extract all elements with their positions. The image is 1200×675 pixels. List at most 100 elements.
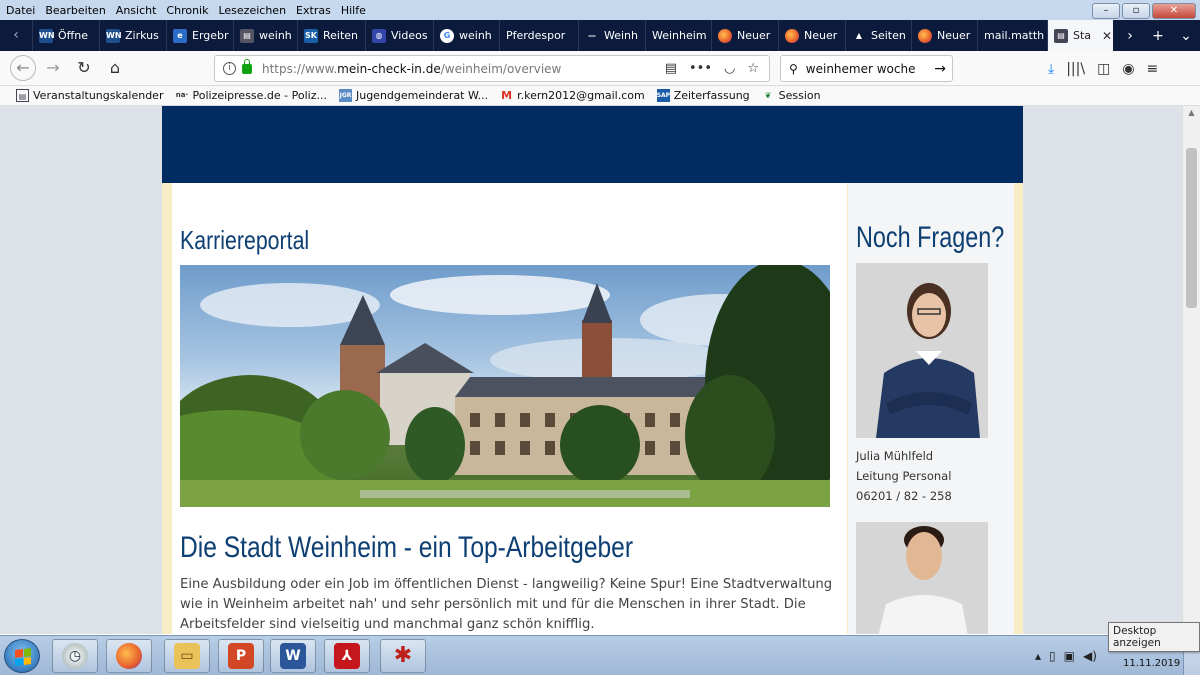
download-icon[interactable]: ⤓ (1048, 61, 1054, 77)
page-title: Karriereportal (180, 225, 310, 255)
contact-sidebar: Noch Fragen? Julia Mühlfeld Leitung Pers… (848, 183, 1014, 634)
taskbar-app-explorer[interactable]: ▭ (164, 639, 210, 673)
contact-role: Leitung Personal (856, 469, 952, 483)
menu-hilfe[interactable]: Hilfe (341, 4, 366, 17)
close-tab-icon[interactable]: ✕ (1102, 29, 1112, 43)
tab[interactable]: e Ergebr (166, 20, 233, 51)
wn-icon: WN (106, 28, 122, 43)
menu-datei[interactable]: Datei (6, 4, 35, 17)
tab[interactable]: mail.matth (977, 20, 1047, 51)
tab[interactable]: WN Zirkus (99, 20, 166, 51)
taskbar-app-firefox[interactable] (106, 639, 152, 673)
main-column: Karriereportal Die Stadt Weinheim - ein … (172, 183, 847, 634)
volume-icon[interactable]: ◀) (1083, 649, 1097, 663)
tab[interactable]: Pferdespor (499, 20, 578, 51)
bookmark-polizeipresse[interactable]: na· Polizeipresse.de - Poliz... (175, 89, 327, 102)
home-button[interactable]: ⌂ (101, 54, 129, 82)
library-icon[interactable]: |||\ (1066, 61, 1085, 77)
tab-scroll-left-icon[interactable]: ‹ (0, 20, 32, 51)
reload-button[interactable]: ↻ (70, 54, 98, 82)
bookmark-label: r.kern2012@gmail.com (517, 89, 645, 102)
start-button[interactable] (4, 639, 40, 673)
person-illustration (878, 526, 968, 634)
page-actions-icon[interactable]: ••• (689, 61, 712, 76)
bookmark-zeiterfassung[interactable]: SAP Zeiterfassung (656, 89, 750, 102)
new-tab-icon[interactable]: + (1144, 28, 1172, 44)
taskbar-app-word[interactable]: W (270, 639, 316, 673)
tab[interactable]: Gweinh (433, 20, 499, 51)
taskbar-app-puzzle[interactable]: ✱ (380, 639, 426, 673)
sap-icon: SAP (656, 89, 670, 102)
tab-label: Videos (391, 29, 428, 42)
google-icon: G (440, 28, 454, 43)
tab-list-chevron-icon[interactable]: ⌄ (1172, 28, 1200, 44)
bookmark-jugendgemeinderat[interactable]: JGR Jugendgemeinderat W... (338, 89, 488, 102)
firefox-icon (116, 643, 142, 669)
menu-lesezeichen[interactable]: Lesezeichen (218, 4, 286, 17)
taskbar-app-powerpoint[interactable]: P (218, 639, 264, 673)
menu-ansicht[interactable]: Ansicht (116, 4, 157, 17)
minimize-button[interactable]: – (1092, 3, 1120, 19)
sidebar-icon[interactable]: ◫ (1097, 61, 1110, 77)
close-window-button[interactable]: ✕ (1152, 3, 1196, 19)
bookmark-session[interactable]: ❦ Session (762, 89, 821, 102)
windows-logo-icon (15, 648, 31, 666)
bookmark-label: Polizeipresse.de - Poliz... (192, 89, 327, 102)
tab[interactable]: Weinheim (645, 20, 711, 51)
taskbar-app-acrobat[interactable]: ⅄ (324, 639, 370, 673)
search-value: weinhemer woche (805, 61, 916, 76)
tray-expand-icon[interactable]: ▴ (1035, 649, 1041, 663)
tab-active[interactable]: ▤ Sta ✕ (1047, 20, 1113, 51)
firefox-icon (918, 28, 932, 43)
maximize-button[interactable]: ▫ (1122, 3, 1150, 19)
tab-scroll-right-icon[interactable]: › (1116, 28, 1144, 44)
pocket-icon[interactable]: ◡ (724, 61, 735, 76)
reader-view-icon[interactable]: ▤ (665, 61, 677, 76)
forward-button[interactable]: → (39, 54, 67, 82)
tab-label: mail.matth (984, 29, 1045, 42)
navigation-toolbar: ← → ↻ ⌂ i https://www.mein-check-in.de/w… (0, 51, 1200, 86)
network-icon[interactable]: ▣ (1064, 649, 1075, 663)
menu-extras[interactable]: Extras (296, 4, 331, 17)
bookmark-veranstaltungskalender[interactable]: ▤ Veranstaltungskalender (16, 89, 163, 102)
info-icon[interactable]: i (223, 62, 236, 75)
tab[interactable]: Neuer (778, 20, 845, 51)
tab[interactable]: Neuer (711, 20, 778, 51)
usb-icon[interactable]: ▯ (1049, 649, 1056, 663)
contact-photo (856, 263, 988, 438)
firefox-icon (785, 28, 799, 43)
tab[interactable]: ◍ Videos (365, 20, 433, 51)
search-input[interactable]: ⚲ weinhemer woche → (780, 55, 953, 82)
header-band (162, 106, 1023, 183)
url-text[interactable]: https://www.mein-check-in.de/weinheim/ov… (262, 62, 561, 76)
firefox-icon (718, 28, 732, 43)
url-actions: ▤ ••• ◡ ☆ (665, 61, 759, 76)
scroll-up-icon[interactable]: ▲ (1183, 106, 1200, 120)
hamburger-menu-icon[interactable]: ≡ (1147, 61, 1159, 77)
tab[interactable]: — Weinh (578, 20, 645, 51)
bookmark-label: Session (778, 89, 821, 102)
tab-list: WN Öffne WN Zirkus e Ergebr ▤ weinh SK Reiten ◍ Vid… (32, 20, 1047, 51)
chart-icon: ▤ (1054, 28, 1068, 43)
scrollbar-thumb[interactable] (1186, 148, 1197, 308)
tab-label: weinh (459, 29, 492, 42)
bookmark-gmail[interactable]: M r.kern2012@gmail.com (500, 89, 645, 102)
search-go-icon[interactable]: → (934, 61, 946, 77)
address-bar[interactable]: i https://www.mein-check-in.de/weinheim/… (214, 55, 770, 82)
tab[interactable]: ▤ weinh (233, 20, 297, 51)
tab[interactable]: SK Reiten (297, 20, 365, 51)
menu-bearbeiten[interactable]: Bearbeiten (45, 4, 105, 17)
vertical-scrollbar[interactable]: ▲ (1182, 106, 1200, 634)
contact-phone[interactable]: 06201 / 82 - 258 (856, 486, 952, 506)
tab-label: Neuer (937, 29, 971, 42)
menu-chronik[interactable]: Chronik (166, 4, 208, 17)
taskbar-app-clock[interactable]: ◷ (52, 639, 98, 673)
tab[interactable]: Neuer (911, 20, 977, 51)
bookmark-star-icon[interactable]: ☆ (747, 61, 759, 76)
account-icon[interactable]: ◉ (1122, 61, 1134, 77)
tab[interactable]: ▲ Seiten (845, 20, 911, 51)
tab-label: Weinheim (652, 29, 707, 42)
tab[interactable]: WN Öffne (32, 20, 99, 51)
back-button[interactable]: ← (10, 55, 36, 81)
tab-label: Pferdespor (506, 29, 566, 42)
